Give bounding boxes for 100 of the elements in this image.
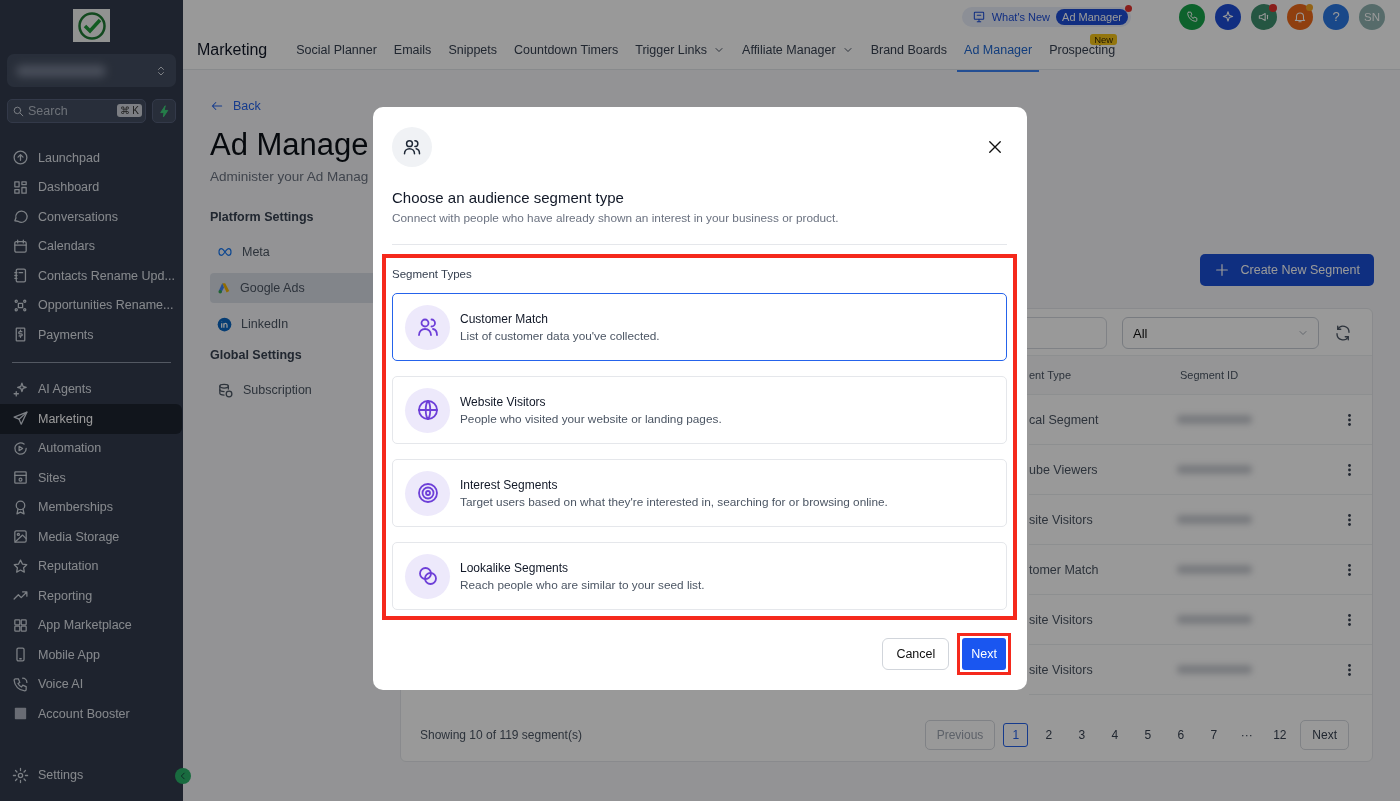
sidebar-item[interactable]: Calendars (0, 231, 182, 261)
nav-tab[interactable]: Affiliate Manager (735, 43, 861, 72)
more-vertical-icon[interactable] (1348, 663, 1351, 676)
page-subtitle: Administer your Ad Manag (210, 169, 369, 184)
segment-type-option[interactable]: Lookalike Segments Reach people who are similar to your seed list. (392, 542, 1007, 610)
nav-tab[interactable]: Brand Boards (863, 43, 955, 72)
table-cell: ube Viewers (1029, 445, 1177, 495)
announcements-button[interactable] (1251, 3, 1277, 30)
create-segment-button[interactable]: Create New Segment (1200, 254, 1374, 286)
option-description: Reach people who are similar to your seed list. (460, 577, 705, 592)
sidebar-item[interactable]: Marketing (0, 404, 182, 434)
sidebar-item[interactable]: Contacts Rename Upd... (0, 261, 182, 291)
page-number[interactable]: 1 (1003, 723, 1029, 747)
new-badge: New (1090, 34, 1118, 45)
back-link[interactable]: Back (210, 99, 261, 113)
page-number[interactable]: 5 (1135, 723, 1161, 747)
people-icon (402, 137, 422, 157)
more-vertical-icon[interactable] (1348, 463, 1351, 476)
page-number[interactable]: 6 (1168, 723, 1194, 747)
grid-icon (12, 178, 29, 196)
shortcut-hint: ⌘ K (116, 104, 142, 117)
sidebar-item[interactable]: Reputation (0, 551, 182, 581)
sidebar-item[interactable]: Reporting (0, 581, 182, 611)
whats-new-button[interactable]: What's New Ad Manager (961, 6, 1131, 27)
nav-tab[interactable]: Snippets (441, 43, 505, 72)
presentation-icon (971, 9, 986, 24)
sidebar-item[interactable]: Media Storage (0, 522, 182, 552)
nav-tab[interactable]: Trigger Links (628, 43, 733, 72)
cancel-button[interactable]: Cancel (882, 638, 950, 670)
gear-icon (12, 766, 29, 784)
browser-window-icon (12, 469, 29, 487)
section-title: Marketing (197, 41, 268, 60)
more-vertical-icon[interactable] (1348, 563, 1351, 576)
notification-dot (1269, 3, 1277, 12)
settings-heading: Global Settings (210, 348, 302, 362)
sparkle-icon (12, 380, 29, 398)
nav-tab[interactable]: Social Planner (289, 43, 384, 72)
filter-dropdown[interactable]: All (1122, 317, 1319, 349)
close-button[interactable] (986, 138, 1004, 156)
modal-subtitle: Connect with people who have already shown an interest in your business or product. (392, 211, 840, 225)
sidebar-item[interactable]: Account Booster (0, 699, 182, 729)
more-vertical-icon[interactable] (1348, 513, 1351, 526)
menu-item[interactable]: Subscription (210, 375, 386, 405)
menu-item[interactable]: LinkedIn (210, 309, 386, 339)
menu-item[interactable]: Meta (210, 237, 386, 267)
sidebar-item[interactable]: Dashboard (0, 172, 182, 202)
table-cell: site Visitors (1029, 595, 1177, 645)
more-vertical-icon[interactable] (1348, 413, 1351, 426)
help-button[interactable]: ? (1323, 3, 1349, 30)
ai-button[interactable] (1215, 3, 1241, 30)
quick-action-button[interactable] (152, 99, 176, 123)
page-number[interactable]: 12 (1267, 723, 1293, 747)
table-cell: site Visitors (1029, 645, 1177, 695)
announcement-badge: Ad Manager (1056, 8, 1128, 25)
arrow-left-icon (210, 99, 224, 113)
logo[interactable] (73, 9, 110, 42)
sidebar-item[interactable]: Memberships (0, 492, 182, 522)
option-title: Lookalike Segments (460, 560, 570, 575)
sidebar-item[interactable]: Mobile App (0, 640, 182, 670)
plus-icon (1214, 262, 1231, 278)
page-number[interactable]: ··· (1234, 723, 1260, 747)
nav-tab[interactable]: Emails (386, 43, 439, 72)
notification-dot (1125, 4, 1132, 12)
nav-tab[interactable]: Ad Manager (957, 43, 1040, 72)
phone-icon (1185, 10, 1199, 23)
more-vertical-icon[interactable] (1348, 613, 1351, 626)
phone-button[interactable] (1179, 3, 1205, 30)
notification-dot (1306, 3, 1313, 11)
page-number[interactable]: 3 (1069, 723, 1095, 747)
bell-icon (1293, 9, 1307, 24)
collapse-button[interactable] (175, 768, 191, 784)
segment-type-option[interactable]: Customer Match List of customer data you've collected. (392, 293, 1007, 361)
segment-type-option[interactable]: Website Visitors People who visited your website or landing pages. (392, 376, 1007, 444)
nav-tab[interactable]: Countdown Timers (507, 43, 626, 72)
linkedin-icon (217, 316, 232, 332)
sidebar-item[interactable]: Launchpad (0, 143, 182, 173)
image-icon (12, 528, 29, 546)
search-icon (12, 105, 25, 118)
nav-tab[interactable]: Prospecting (1042, 43, 1123, 72)
results-summary: Showing 10 of 119 segment(s) (420, 728, 582, 742)
sidebar-item[interactable]: Opportunities Rename... (0, 290, 182, 320)
sidebar-item[interactable]: Sites (0, 463, 182, 493)
next-button[interactable]: Next (962, 638, 1006, 670)
account-switcher[interactable] (7, 54, 176, 87)
page-number[interactable]: 7 (1201, 723, 1227, 747)
star-icon (12, 557, 29, 575)
page-number[interactable]: 2 (1036, 723, 1062, 747)
notifications-button[interactable] (1287, 3, 1313, 30)
segment-type-option[interactable]: Interest Segments Target users based on what they're interested in, searching for or browsing online. (392, 459, 1007, 527)
play-circle-icon (12, 439, 29, 457)
sidebar-item[interactable]: App Marketplace (0, 610, 182, 640)
chevron-left-icon (178, 771, 188, 781)
sidebar-item[interactable]: Voice AI (0, 669, 182, 699)
sidebar-item[interactable]: AI Agents (0, 374, 182, 404)
option-description: List of customer data you've collected. (460, 328, 660, 343)
sidebar-item[interactable]: Conversations (0, 202, 182, 232)
next-page-button[interactable]: Next (1300, 720, 1349, 750)
sparkle-icon (1221, 9, 1235, 24)
sidebar-item[interactable]: Payments (0, 320, 182, 350)
page-number[interactable]: 4 (1102, 723, 1128, 747)
